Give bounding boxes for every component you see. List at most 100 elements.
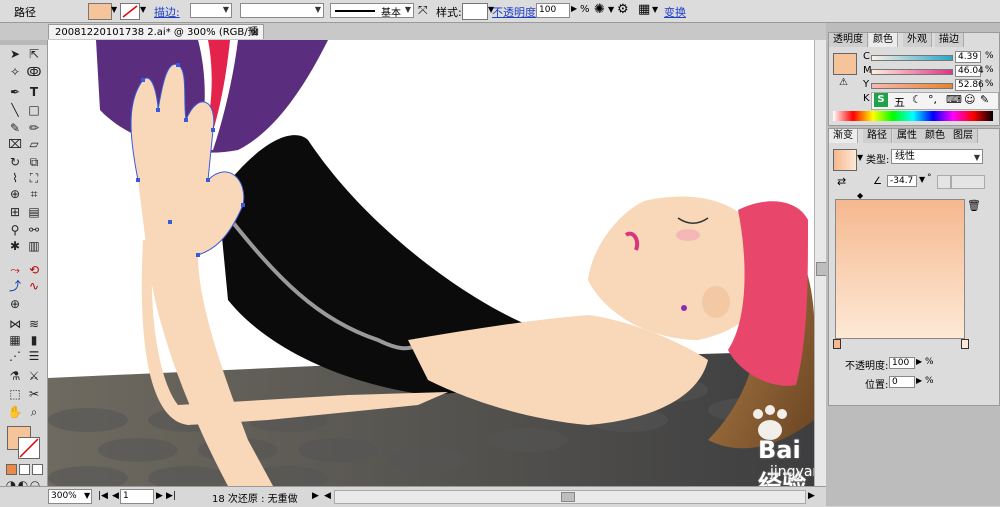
- tab-transparency[interactable]: 透明度: [829, 33, 868, 47]
- chevron-right-icon[interactable]: ▶: [916, 376, 922, 385]
- scroll-right-icon[interactable]: ▶: [808, 491, 815, 501]
- chevron-right-icon[interactable]: ▶: [916, 357, 922, 366]
- color-mode-button[interactable]: [6, 464, 17, 475]
- stroke-color-box[interactable]: [18, 437, 40, 459]
- first-page-icon[interactable]: |◀: [98, 491, 108, 501]
- tab-stroke[interactable]: 描边: [935, 33, 964, 47]
- last-page-icon[interactable]: ▶|: [166, 491, 176, 501]
- chart-tool-icon[interactable]: ▦: [6, 332, 24, 348]
- variable-width-select[interactable]: ▼: [240, 3, 324, 18]
- punctuation-icon[interactable]: °,: [928, 93, 937, 106]
- next-page-icon[interactable]: ▶: [156, 491, 163, 501]
- align-grid-icon[interactable]: ▦: [638, 2, 650, 17]
- angle-input[interactable]: -34.7: [887, 175, 917, 187]
- zoom-tool-icon[interactable]: ⌕: [25, 404, 43, 420]
- hand-tool-icon[interactable]: ✋: [6, 404, 24, 420]
- tab-gradient[interactable]: 渐变: [829, 129, 858, 143]
- stroke-link[interactable]: 描边:: [154, 4, 180, 20]
- stroke-swatch[interactable]: [120, 3, 140, 20]
- gradient-stop-start[interactable]: [833, 339, 841, 349]
- channel-y-slider[interactable]: [871, 83, 953, 89]
- moon-icon[interactable]: ☾: [912, 93, 922, 106]
- transform-link[interactable]: 变换: [664, 4, 686, 20]
- chevron-down-icon[interactable]: ▼: [140, 5, 146, 14]
- out-of-gamut-icon[interactable]: ⚠: [839, 77, 848, 88]
- status-menu-icon[interactable]: ▶: [312, 491, 319, 501]
- tab-appearance[interactable]: 外观: [903, 33, 932, 47]
- chevron-right-icon[interactable]: ▶: [571, 4, 577, 13]
- channel-c-slider[interactable]: [871, 55, 953, 61]
- shape-builder-tool-icon[interactable]: ⊕: [6, 186, 24, 202]
- blend-tool-icon[interactable]: ⚯: [25, 222, 43, 238]
- gradient-preview-swatch[interactable]: [833, 149, 857, 171]
- gear-icon[interactable]: ⚙: [617, 2, 629, 17]
- scale-tool-icon[interactable]: ⧉: [25, 154, 43, 170]
- perspective-grid-tool-icon[interactable]: ⌗: [25, 186, 43, 202]
- gradient-tool-icon[interactable]: ▤: [25, 204, 43, 220]
- paintbrush-tool-icon[interactable]: ✎: [6, 120, 24, 136]
- brush-select[interactable]: 基本 ▼: [330, 3, 414, 19]
- opacity-link[interactable]: 不透明度:: [492, 4, 540, 20]
- document-tab[interactable]: 20081220101738 2.ai* @ 300% (RGB/预览) ⊠: [48, 24, 264, 53]
- rectangle-tool-icon[interactable]: □: [25, 102, 43, 118]
- color-sampler-tool-icon[interactable]: ⚗: [6, 368, 24, 384]
- pen-tool-icon[interactable]: ✒: [6, 84, 24, 100]
- fill-swatch[interactable]: [88, 3, 112, 20]
- join-tool-icon[interactable]: ⤴: [6, 278, 24, 294]
- eyedropper-tool-icon[interactable]: ⚲: [6, 222, 24, 238]
- color-spectrum[interactable]: [833, 111, 993, 121]
- column-graph-tool-icon[interactable]: ▥: [25, 238, 43, 254]
- horizontal-scrollbar[interactable]: [334, 490, 806, 504]
- rotate-tool-icon[interactable]: ↻: [6, 154, 24, 170]
- type-tool-icon[interactable]: T: [25, 84, 43, 100]
- shaper-tool-icon[interactable]: ⟲: [25, 262, 43, 278]
- user-icon[interactable]: ☺: [964, 93, 975, 106]
- transform-arrows-icon[interactable]: ⤧: [418, 3, 428, 18]
- artboard-tool-icon[interactable]: ⊕: [6, 296, 24, 312]
- ime-toolbar[interactable]: S 五 ☾ °, ⌨ ☺ ✎: [871, 92, 999, 110]
- scroll-left-icon[interactable]: ◀: [324, 491, 331, 501]
- close-icon[interactable]: ⊠: [251, 25, 259, 40]
- tab-color[interactable]: 颜色: [869, 33, 898, 47]
- gradient-slider-area[interactable]: [835, 199, 965, 339]
- chevron-down-icon[interactable]: ▼: [608, 5, 614, 14]
- graphic-style-swatch[interactable]: [462, 3, 488, 20]
- gradient-type-select[interactable]: 线性 ▼: [891, 149, 983, 164]
- tab-color2[interactable]: 颜色: [921, 129, 950, 143]
- stop-opacity-input[interactable]: 100: [889, 357, 915, 369]
- symbol-sprayer-tool-icon[interactable]: ✱: [6, 238, 24, 254]
- prev-page-icon[interactable]: ◀: [112, 491, 119, 501]
- curvature-tool-icon[interactable]: ∿: [25, 278, 43, 294]
- free-transform-tool-icon[interactable]: ⛶: [25, 170, 43, 186]
- aspect-icon[interactable]: [937, 175, 951, 189]
- pencil-tool-icon[interactable]: ✏: [25, 120, 43, 136]
- keyboard-icon[interactable]: ⌨: [946, 93, 962, 106]
- recolor-icon[interactable]: ✺: [594, 2, 605, 17]
- direct-selection-tool-icon[interactable]: ⇱: [25, 46, 43, 62]
- eraser-tool-icon[interactable]: ▱: [25, 136, 43, 152]
- warp-effect-tool-icon[interactable]: ≋: [25, 316, 43, 332]
- width-tool-icon[interactable]: ⤳: [6, 262, 24, 278]
- tab-pathfinder[interactable]: 路径: [863, 129, 892, 143]
- line-tool-icon[interactable]: ╲: [6, 102, 24, 118]
- trash-icon[interactable]: 🗑: [967, 199, 981, 212]
- hscroll-thumb[interactable]: [561, 492, 575, 502]
- magic-wand-tool-icon[interactable]: ✧: [6, 64, 24, 80]
- bar-chart-tool-icon[interactable]: ▮: [25, 332, 43, 348]
- chevron-down-icon[interactable]: ▼: [111, 5, 117, 14]
- tools-grip[interactable]: [0, 40, 47, 45]
- stroke-weight-select[interactable]: ▼: [190, 3, 232, 18]
- tab-layers[interactable]: 图层: [949, 129, 978, 143]
- panel-fill-swatch[interactable]: [833, 53, 857, 75]
- gradient-mode-button[interactable]: [19, 464, 30, 475]
- line-graph-tool-icon[interactable]: ⋰: [6, 348, 24, 364]
- reverse-gradient-icon[interactable]: ⇄: [837, 175, 846, 188]
- lasso-tool-icon[interactable]: ↂ: [25, 64, 43, 80]
- ime-mode-label[interactable]: 五: [894, 94, 905, 110]
- chevron-down-icon[interactable]: ▼: [652, 5, 658, 14]
- channel-m-input[interactable]: 46.04: [955, 65, 984, 77]
- page-input[interactable]: 1: [120, 489, 154, 504]
- sogou-logo[interactable]: S: [874, 93, 888, 107]
- channel-m-slider[interactable]: [871, 69, 953, 75]
- mesh-tool-icon[interactable]: ⊞: [6, 204, 24, 220]
